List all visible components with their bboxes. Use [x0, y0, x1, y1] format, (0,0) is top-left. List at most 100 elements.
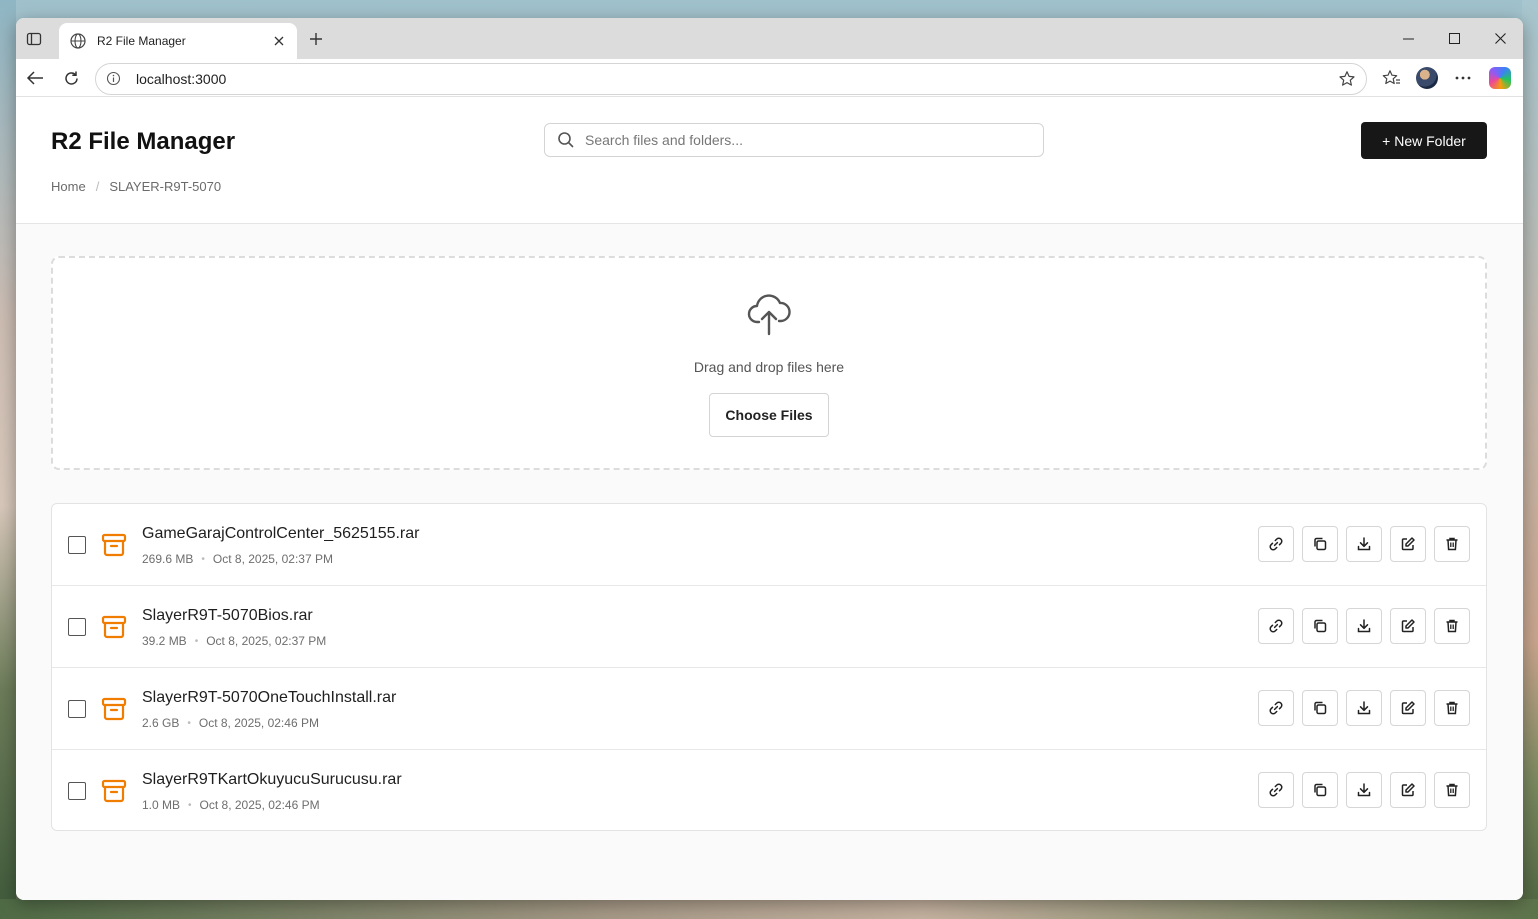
breadcrumb-separator: / — [95, 179, 100, 194]
archive-icon — [100, 613, 128, 641]
delete-button[interactable] — [1434, 526, 1470, 562]
app-header: R2 File Manager + New Folder Home / SLAY… — [16, 97, 1523, 224]
browser-titlebar: R2 File Manager — [16, 18, 1523, 59]
copy-link-button[interactable] — [1258, 526, 1294, 562]
globe-icon — [69, 32, 87, 50]
file-actions — [1258, 608, 1470, 644]
download-button[interactable] — [1346, 772, 1382, 808]
copilot-icon[interactable] — [1489, 67, 1511, 89]
file-name[interactable]: SlayerR9T-5070Bios.rar — [142, 607, 313, 625]
download-icon — [1356, 782, 1372, 798]
meta-separator: • — [194, 635, 199, 647]
more-options-icon[interactable] — [1452, 67, 1474, 89]
copy-link-button[interactable] — [1258, 772, 1294, 808]
search-box[interactable] — [544, 123, 1044, 157]
copy-button[interactable] — [1302, 772, 1338, 808]
dropzone-text: Drag and drop files here — [693, 359, 845, 375]
edit-icon — [1400, 536, 1416, 552]
minimize-icon[interactable] — [1385, 18, 1431, 59]
close-tab-icon[interactable] — [271, 33, 287, 49]
edit-icon — [1400, 782, 1416, 798]
copy-button[interactable] — [1302, 690, 1338, 726]
file-row[interactable]: SlayerR9T-5070OneTouchInstall.rar 2.6 GB… — [52, 668, 1486, 750]
favorites-icon[interactable] — [1380, 67, 1402, 89]
file-meta: 269.6 MB • Oct 8, 2025, 02:37 PM — [142, 552, 333, 566]
file-row[interactable]: SlayerR9T-5070Bios.rar 39.2 MB • Oct 8, … — [52, 586, 1486, 668]
download-icon — [1356, 618, 1372, 634]
file-actions — [1258, 690, 1470, 726]
file-size: 269.6 MB — [142, 552, 194, 566]
new-tab-icon[interactable] — [306, 29, 326, 49]
file-actions — [1258, 772, 1470, 808]
rename-button[interactable] — [1390, 772, 1426, 808]
back-icon[interactable] — [22, 66, 48, 90]
file-date: Oct 8, 2025, 02:37 PM — [212, 552, 333, 566]
file-checkbox[interactable] — [68, 782, 86, 800]
search-input[interactable] — [585, 132, 1031, 148]
delete-button[interactable] — [1434, 608, 1470, 644]
rename-button[interactable] — [1390, 690, 1426, 726]
tab-title: R2 File Manager — [97, 34, 186, 48]
meta-separator: • — [187, 717, 191, 729]
file-checkbox[interactable] — [68, 700, 86, 718]
copy-icon — [1312, 536, 1328, 552]
browser-toolbar: localhost:3000 — [16, 59, 1523, 97]
delete-button[interactable] — [1434, 772, 1470, 808]
desktop-wallpaper-left — [0, 0, 16, 919]
file-meta: 2.6 GB • Oct 8, 2025, 02:46 PM — [142, 716, 319, 730]
close-window-icon[interactable] — [1477, 18, 1523, 59]
upload-dropzone[interactable]: Drag and drop files here Choose Files — [51, 256, 1487, 470]
meta-separator: • — [201, 553, 205, 565]
copy-button[interactable] — [1302, 526, 1338, 562]
download-button[interactable] — [1346, 690, 1382, 726]
file-name[interactable]: GameGarajControlCenter_5625155.rar — [142, 525, 419, 543]
file-size: 39.2 MB — [142, 634, 187, 648]
delete-button[interactable] — [1434, 690, 1470, 726]
favorite-star-icon[interactable] — [1338, 70, 1356, 88]
link-icon — [1268, 782, 1284, 798]
file-date: Oct 8, 2025, 02:46 PM — [199, 798, 320, 812]
desktop-wallpaper-right — [1522, 0, 1538, 919]
url-text: localhost:3000 — [136, 71, 227, 87]
download-button[interactable] — [1346, 608, 1382, 644]
breadcrumb-current: SLAYER-R9T-5070 — [109, 179, 222, 194]
file-date: Oct 8, 2025, 02:37 PM — [206, 634, 327, 648]
profile-avatar[interactable] — [1416, 67, 1438, 89]
file-name[interactable]: SlayerR9T-5070OneTouchInstall.rar — [142, 689, 396, 707]
browser-tab[interactable]: R2 File Manager — [59, 23, 297, 59]
search-icon — [557, 131, 575, 149]
file-row[interactable]: GameGarajControlCenter_5625155.rar 269.6… — [52, 504, 1486, 586]
workspaces-icon[interactable] — [24, 29, 44, 49]
address-bar[interactable]: localhost:3000 — [95, 63, 1367, 95]
file-meta: 39.2 MB • Oct 8, 2025, 02:37 PM — [142, 634, 326, 648]
link-icon — [1268, 536, 1284, 552]
copy-link-button[interactable] — [1258, 608, 1294, 644]
site-info-icon[interactable] — [106, 71, 122, 87]
maximize-icon[interactable] — [1431, 18, 1477, 59]
breadcrumb-home[interactable]: Home — [51, 179, 86, 194]
copy-button[interactable] — [1302, 608, 1338, 644]
cloud-upload-icon — [747, 290, 791, 336]
download-button[interactable] — [1346, 526, 1382, 562]
file-size: 1.0 MB — [142, 798, 181, 812]
copy-icon — [1312, 782, 1328, 798]
reload-icon[interactable] — [58, 66, 84, 90]
trash-icon — [1444, 782, 1460, 798]
rename-button[interactable] — [1390, 608, 1426, 644]
copy-link-button[interactable] — [1258, 690, 1294, 726]
link-icon — [1268, 700, 1284, 716]
archive-icon — [100, 777, 128, 805]
copy-icon — [1312, 700, 1328, 716]
choose-files-button[interactable]: Choose Files — [709, 393, 829, 437]
copy-icon — [1312, 618, 1328, 634]
file-row[interactable]: SlayerR9TKartOkuyucuSurucusu.rar 1.0 MB … — [52, 750, 1486, 830]
edit-icon — [1400, 618, 1416, 634]
file-name[interactable]: SlayerR9TKartOkuyucuSurucusu.rar — [142, 771, 402, 789]
file-checkbox[interactable] — [68, 618, 86, 636]
meta-separator: • — [188, 799, 192, 811]
breadcrumb: Home / SLAYER-R9T-5070 — [51, 179, 221, 194]
link-icon — [1268, 618, 1284, 634]
rename-button[interactable] — [1390, 526, 1426, 562]
new-folder-button[interactable]: + New Folder — [1361, 122, 1487, 159]
file-checkbox[interactable] — [68, 536, 86, 554]
